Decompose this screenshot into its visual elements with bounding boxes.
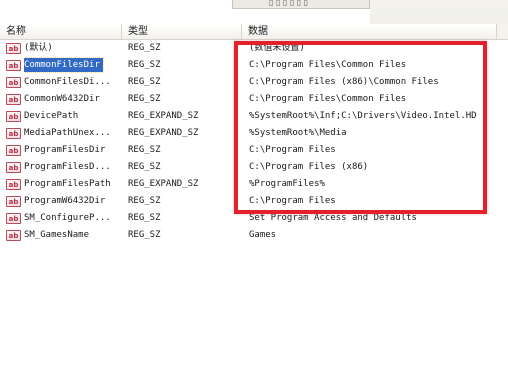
value-type: REG_SZ: [128, 230, 161, 240]
registry-value-row[interactable]: ab SM_GamesName REG_SZ Games: [0, 227, 508, 244]
string-value-icon: ab: [6, 43, 21, 54]
value-data: C:\Program Files (x86): [249, 162, 369, 172]
string-value-icon: ab: [6, 230, 21, 241]
registry-editor-values-pane: ▯ ▯ ▯ ▯ ▯ ▯ 名称 类型 数据 ab (默认) REG_SZ (数值未设置)…: [0, 0, 508, 379]
registry-value-row[interactable]: ab SM_ConfigureP... REG_SZ Set Program Acce…: [0, 210, 508, 227]
header-filler: [497, 24, 508, 39]
string-value-icon: ab: [6, 145, 21, 156]
value-name: CommonFilesDir: [24, 57, 104, 73]
values-list: ab (默认) REG_SZ (数值未设置) ab CommonFilesDir REG_S…: [0, 40, 508, 244]
value-name: ProgramW6432Dir: [24, 196, 106, 206]
value-type: REG_SZ: [128, 162, 161, 172]
value-type: REG_SZ: [128, 60, 161, 70]
value-type: REG_EXPAND_SZ: [128, 179, 199, 189]
string-value-icon: ab: [6, 196, 21, 207]
value-type: REG_SZ: [128, 77, 161, 87]
registry-value-row[interactable]: ab CommonFilesDi... REG_SZ C:\Program Files…: [0, 74, 508, 91]
value-data: C:\Program Files\Common Files: [249, 60, 407, 70]
value-data: %SystemRoot%\Media: [249, 128, 347, 138]
value-type: REG_SZ: [128, 213, 161, 223]
value-name: CommonW6432Dir: [24, 94, 100, 104]
value-name: ProgramFilesD...: [24, 162, 111, 172]
value-name-cell[interactable]: ProgramFilesD...: [24, 159, 120, 176]
column-header-name[interactable]: 名称: [0, 24, 122, 39]
value-name-cell[interactable]: ProgramFilesPath: [24, 176, 120, 193]
dialog-fragment: ▯ ▯ ▯ ▯ ▯ ▯: [232, 0, 370, 9]
value-name-cell[interactable]: DevicePath: [24, 108, 120, 125]
value-name: MediaPathUnex...: [24, 128, 111, 138]
value-name-cell[interactable]: MediaPathUnex...: [24, 125, 120, 142]
registry-value-row[interactable]: ab ProgramFilesPath REG_EXPAND_SZ %ProgramF…: [0, 176, 508, 193]
value-type: REG_SZ: [128, 196, 161, 206]
value-name: (默认): [24, 43, 53, 53]
string-value-icon: ab: [6, 128, 21, 139]
string-value-icon: ab: [6, 213, 21, 224]
value-data: (数值未设置): [249, 43, 305, 53]
value-data: Games: [249, 230, 277, 240]
window-chrome-fragment: [370, 0, 508, 24]
value-name: ProgramFilesDir: [24, 145, 106, 155]
registry-value-row[interactable]: ab ProgramFilesD... REG_SZ C:\Program Files…: [0, 159, 508, 176]
value-type: REG_SZ: [128, 145, 161, 155]
string-value-icon: ab: [6, 111, 21, 122]
value-name-cell[interactable]: ProgramW6432Dir: [24, 193, 120, 210]
string-value-icon: ab: [6, 94, 21, 105]
value-name-cell[interactable]: CommonFilesDir: [24, 57, 120, 74]
value-name: ProgramFilesPath: [24, 179, 111, 189]
value-name: CommonFilesDi...: [24, 77, 111, 87]
dialog-fragment-label: ▯ ▯ ▯ ▯ ▯ ▯: [269, 0, 309, 7]
registry-value-row[interactable]: ab ProgramFilesDir REG_SZ C:\Program Files: [0, 142, 508, 159]
value-name-cell[interactable]: SM_ConfigureP...: [24, 210, 120, 227]
column-header-data[interactable]: 数据: [242, 24, 497, 39]
value-data: C:\Program Files: [249, 196, 336, 206]
registry-value-row[interactable]: ab CommonFilesDir REG_SZ C:\Program Files\C…: [0, 57, 508, 74]
string-value-icon: ab: [6, 162, 21, 173]
value-name: DevicePath: [24, 111, 79, 121]
column-header-type[interactable]: 类型: [122, 24, 242, 39]
string-value-icon: ab: [6, 179, 21, 190]
string-value-icon: ab: [6, 77, 21, 88]
value-name-cell[interactable]: CommonW6432Dir: [24, 91, 120, 108]
value-data: %SystemRoot%\Inf;C:\Drivers\Video.Intel.…: [249, 111, 477, 121]
bottom-edge: [0, 372, 508, 379]
value-data: C:\Program Files (x86)\Common Files: [249, 77, 439, 87]
registry-value-row[interactable]: ab CommonW6432Dir REG_SZ C:\Program Files\C…: [0, 91, 508, 108]
value-data: C:\Program Files: [249, 145, 336, 155]
value-name-cell[interactable]: ProgramFilesDir: [24, 142, 120, 159]
value-type: REG_EXPAND_SZ: [128, 128, 199, 138]
value-data: %ProgramFiles%: [249, 179, 325, 189]
value-data: Set Program Access and Defaults: [249, 213, 417, 223]
value-name-cell[interactable]: CommonFilesDi...: [24, 74, 120, 91]
value-name-cell[interactable]: SM_GamesName: [24, 227, 120, 244]
value-type: REG_SZ: [128, 43, 161, 53]
value-type: REG_EXPAND_SZ: [128, 111, 199, 121]
list-header: 名称 类型 数据: [0, 24, 508, 40]
string-value-icon: ab: [6, 60, 21, 71]
registry-value-row[interactable]: ab MediaPathUnex... REG_EXPAND_SZ %SystemRo…: [0, 125, 508, 142]
value-name: SM_GamesName: [24, 230, 90, 240]
value-type: REG_SZ: [128, 94, 161, 104]
registry-value-row[interactable]: ab (默认) REG_SZ (数值未设置): [0, 40, 508, 57]
value-data: C:\Program Files\Common Files: [249, 94, 407, 104]
value-name: SM_ConfigureP...: [24, 213, 111, 223]
value-name-cell[interactable]: (默认): [24, 40, 120, 57]
registry-value-row[interactable]: ab DevicePath REG_EXPAND_SZ %SystemRoot%\In…: [0, 108, 508, 125]
registry-value-row[interactable]: ab ProgramW6432Dir REG_SZ C:\Program Files: [0, 193, 508, 210]
